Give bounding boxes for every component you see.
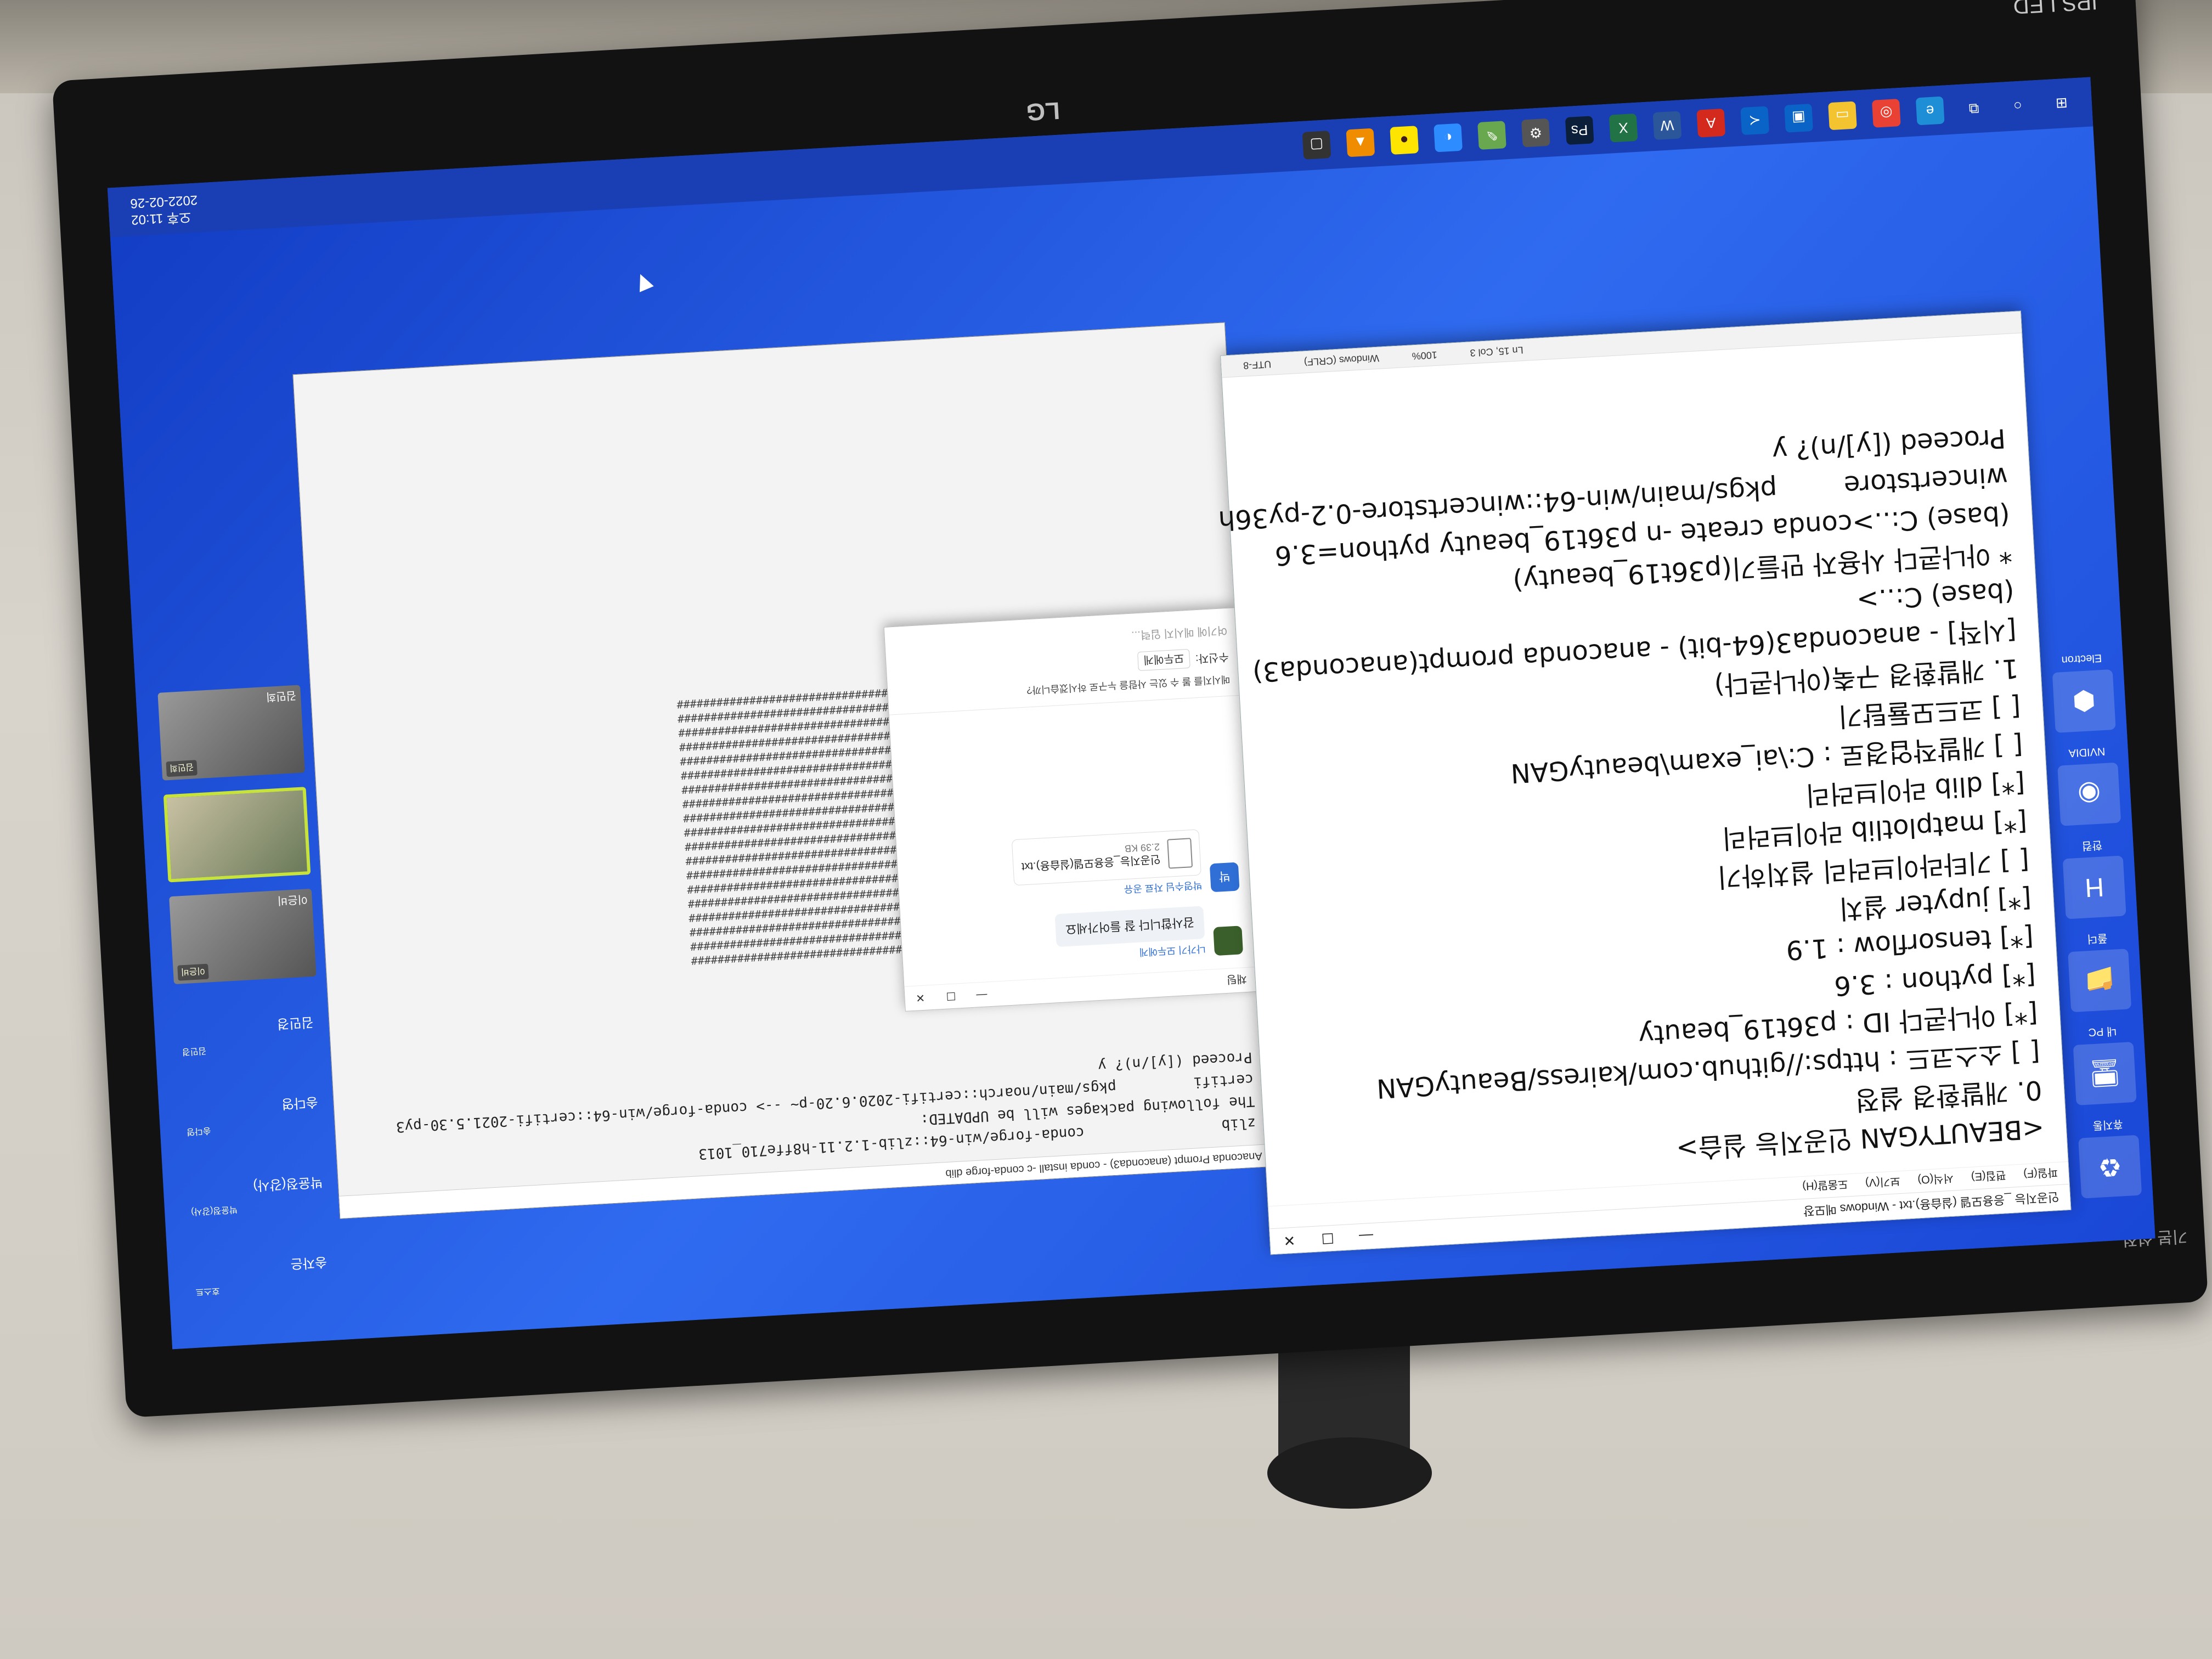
line-ending: Windows (CRLF) (1304, 352, 1380, 368)
chrome-icon[interactable]: ◎ (1871, 99, 1901, 128)
participant-name: 김민경 (276, 1014, 314, 1032)
desktop-icon-label: 한컴 (2081, 838, 2103, 852)
task-view-icon[interactable]: ⧉ (1960, 94, 1989, 123)
participant-name: 송자은 (290, 1254, 328, 1272)
maximize-button[interactable]: ☐ (1308, 1229, 1347, 1248)
chat-message: 박 박영수님 자료 공유 인공지능_응용모델(실습용).txt 2.39 KB (907, 827, 1240, 909)
chat-file-attachment[interactable]: 인공지능_응용모델(실습용).txt 2.39 KB (1012, 829, 1201, 886)
recycle-bin-icon[interactable]: ♻ 휴지통 (2078, 1118, 2142, 1199)
menu-file[interactable]: 파일(F) (2023, 1166, 2058, 1183)
participant-name: 박윤정(강사) (252, 1175, 323, 1194)
participant-tag: 송다영 (186, 1125, 211, 1137)
app-icon[interactable]: ⬢ Electron (2052, 652, 2116, 733)
encoding: UTF-8 (1243, 358, 1272, 371)
menu-view[interactable]: 보기(V) (1865, 1175, 1901, 1192)
cursor-position: Ln 15, Col 3 (1470, 345, 1524, 359)
participant-tag: 이은비 (177, 963, 209, 981)
participant-tile[interactable]: 박윤정(강사) 박윤정(강사) (184, 1150, 330, 1224)
recipient-label: 수신자: (1195, 650, 1229, 665)
avatar: 박 (1209, 862, 1240, 893)
notepad-text-area[interactable]: <BEAUTYGAN 인공지능 실습> 0. 개발환경 설정[ ] 소스코드 : … (1217, 402, 2068, 1206)
participant-tile[interactable]: 김민경 김민경 (175, 991, 321, 1064)
chat-window[interactable]: 채팅 — ☐ ✕ 나가기 모두에게 감사합니다 잘 들어가세요 박 박영수님 자… (883, 607, 1257, 1012)
chat-bubble: 감사합니다 잘 들어가세요 (1054, 906, 1205, 947)
minimize-button[interactable]: — (1346, 1227, 1386, 1246)
edge-icon[interactable]: e (1915, 96, 1945, 126)
chat-message: 나가기 모두에게 감사합니다 잘 들어가세요 (912, 904, 1244, 972)
participant-tag: 호스트 (195, 1285, 221, 1296)
participant-tile[interactable]: 송다영 송다영 (179, 1070, 325, 1144)
document-icon (1167, 838, 1193, 869)
menu-edit[interactable]: 편집(E) (1971, 1169, 2006, 1186)
nvidia-icon[interactable]: ◉ NVIDIA (2057, 745, 2121, 826)
terminal-icon[interactable]: ▢ (1302, 131, 1331, 160)
notepad-window[interactable]: 인공지능 _응용모델 (실습용).txt - Windows 메모장 — ☐ ✕… (1217, 311, 2072, 1255)
desktop-icon-label: 내 PC (2087, 1024, 2117, 1039)
settings-icon[interactable]: ⚙ (1521, 118, 1550, 148)
chat-compose-area: 메시지를 볼 수 있는 사람을 누구로 하시겠습니까? 수신자: 모두에게 여기… (884, 608, 1240, 715)
panel-label: IPS LED (2012, 0, 2098, 19)
flipped-desktop: ♻ 휴지통 🖥 내 PC 📁 폴더 H 한컴 ◉ NVIDIA ⬢ Electron Ana… (107, 77, 2155, 1350)
participant-name: 김민희 (266, 689, 297, 703)
recipient-dropdown[interactable]: 모두에게 (1137, 648, 1191, 672)
participant-tile[interactable]: 송자은호스트 (188, 1231, 334, 1304)
brand-logo: LG (1025, 97, 1061, 126)
search-icon[interactable]: ○ (2004, 92, 2033, 121)
participant-tag: 김민희 (166, 760, 198, 777)
desktop-icon-label: 휴지통 (2092, 1118, 2124, 1132)
avatar (1213, 926, 1244, 956)
photoshop-icon[interactable]: Ps (1565, 116, 1594, 145)
minimize-button[interactable]: — (966, 987, 997, 1002)
vscode-icon[interactable]: ≺ (1740, 106, 1770, 136)
participant-name: 송다영 (281, 1094, 319, 1111)
participant-tag: 박윤정(강사) (190, 1204, 238, 1217)
participant-video-tile[interactable]: 김민희 김민희 (157, 685, 305, 781)
zoom-level: 100% (1412, 349, 1438, 362)
word-icon[interactable]: W (1652, 111, 1682, 140)
participant-name: 이은비 (277, 893, 308, 907)
monitor-stand-foot (1267, 1437, 1432, 1509)
kakaotalk-icon[interactable]: ● (1390, 126, 1419, 155)
vlc-icon[interactable]: ▲ (1346, 128, 1375, 157)
monitor: LG IPS LED 기본 설정 ♻휴지통 🖥내 PC 📁폴더 H한컴 ◉NVI… (52, 0, 2209, 1418)
taskbar-clock[interactable]: 오후 11:02 2022-02-26 (130, 191, 199, 228)
participant-video-tile[interactable]: 이은비 이은비 (169, 888, 317, 985)
excel-icon[interactable]: X (1609, 113, 1638, 143)
acrobat-icon[interactable]: A (1696, 108, 1726, 138)
store-icon[interactable]: ▣ (1784, 103, 1813, 133)
menu-help[interactable]: 도움말(H) (1802, 1177, 1848, 1196)
participant-video-tile-active[interactable] (163, 787, 311, 883)
chat-title: 채팅 (1226, 972, 1248, 986)
hancom-icon[interactable]: H 한컴 (2062, 839, 2126, 919)
menu-format[interactable]: 서식(O) (1917, 1171, 1954, 1189)
paint-icon[interactable]: ✎ (1477, 121, 1506, 150)
maximize-button[interactable]: ☐ (935, 989, 967, 1004)
computer-icon[interactable]: 🖥 내 PC (2073, 1025, 2137, 1105)
explorer-icon[interactable]: ▭ (1828, 101, 1857, 131)
desktop-icon-label: 폴더 (2086, 932, 2108, 945)
desktop-icon-label: NVIDIA (2068, 744, 2106, 759)
windows-start-icon[interactable]: ⊞ (2047, 89, 2076, 118)
close-button[interactable]: ✕ (905, 990, 936, 1006)
participant-tag: 김민경 (182, 1046, 207, 1057)
zoom-icon[interactable]: ◐ (1434, 123, 1463, 153)
screen: ♻ 휴지통 🖥 내 PC 📁 폴더 H 한컴 ◉ NVIDIA ⬢ Electron Ana… (107, 77, 2155, 1350)
close-button[interactable]: ✕ (1270, 1231, 1310, 1250)
folder-icon[interactable]: 📁 폴더 (2068, 932, 2132, 1013)
